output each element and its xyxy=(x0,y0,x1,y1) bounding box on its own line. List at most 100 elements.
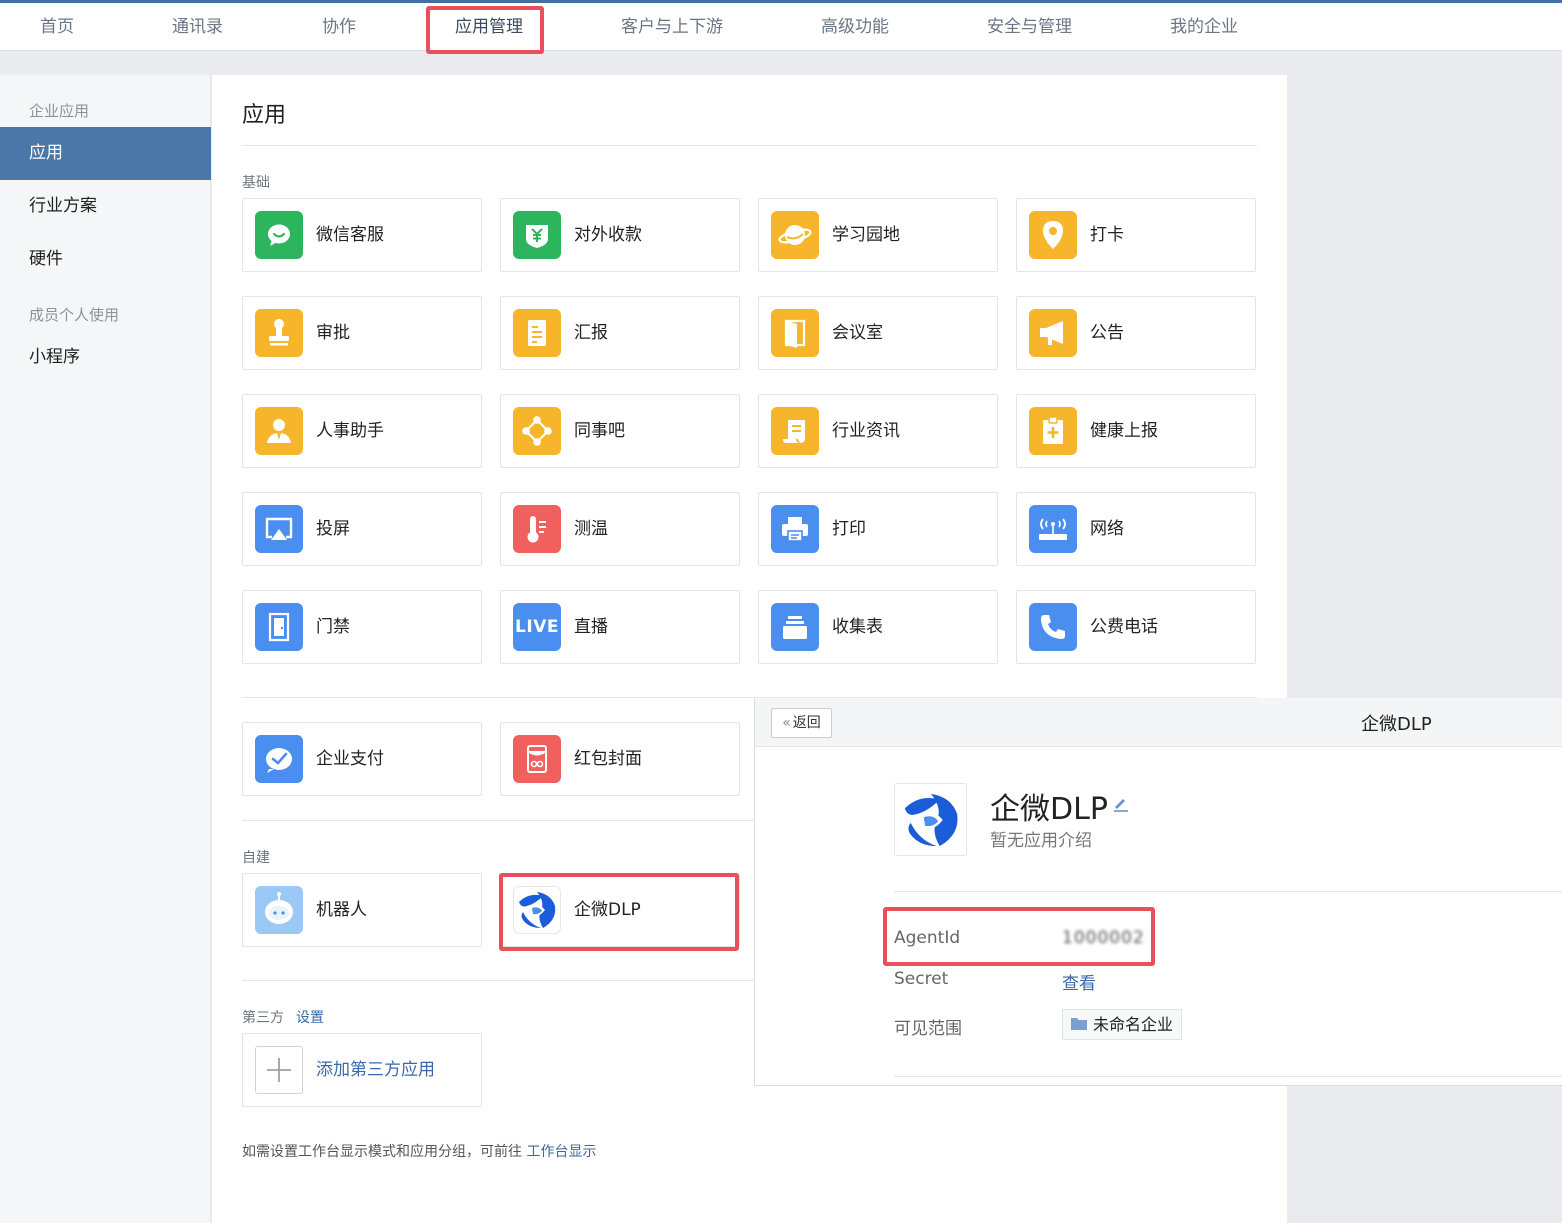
sidebar-group-personal: 成员个人使用 xyxy=(29,306,120,324)
app-label: 同事吧 xyxy=(574,421,625,441)
form-stack-icon xyxy=(771,603,819,651)
router-icon xyxy=(1029,505,1077,553)
nav-home[interactable]: 首页 xyxy=(40,3,74,51)
agentid-value: 1000002 xyxy=(1062,928,1145,948)
app-label: 测温 xyxy=(574,519,608,539)
section-third-party-label: 第三方 设置 xyxy=(242,1007,324,1027)
thermometer-icon xyxy=(513,505,561,553)
app-card-report[interactable]: 汇报 xyxy=(500,296,740,370)
app-card-temperature[interactable]: 测温 xyxy=(500,492,740,566)
sidebar-item-industry[interactable]: 行业方案 xyxy=(0,180,211,233)
section-custom-label: 自建 xyxy=(242,850,270,866)
app-label: 健康上报 xyxy=(1090,421,1158,441)
app-card-live[interactable]: LIVE 直播 xyxy=(500,590,740,664)
app-card-public-phone[interactable]: 公费电话 xyxy=(1016,590,1256,664)
live-icon: LIVE xyxy=(513,603,561,651)
app-label: 审批 xyxy=(316,323,350,343)
app-label: 收集表 xyxy=(832,617,883,637)
app-card-collect-form[interactable]: 收集表 xyxy=(758,590,998,664)
location-pin-icon xyxy=(1029,211,1077,259)
app-label: 公费电话 xyxy=(1090,617,1158,637)
app-card-access-control[interactable]: 门禁 xyxy=(242,590,482,664)
nav-advanced[interactable]: 高级功能 xyxy=(821,3,889,51)
sidebar-item-hardware[interactable]: 硬件 xyxy=(0,233,211,286)
yuan-shield-icon xyxy=(513,211,561,259)
back-button[interactable]: «返回 xyxy=(771,708,832,738)
sidebar-item-miniprogram[interactable]: 小程序 xyxy=(0,331,211,384)
view-secret-link[interactable]: 查看 xyxy=(1062,969,1096,994)
agentid-label: AgentId xyxy=(894,928,961,948)
add-third-party-label: 添加第三方应用 xyxy=(316,1060,435,1080)
nav-my-enterprise[interactable]: 我的企业 xyxy=(1170,3,1238,51)
page-title: 应用 xyxy=(242,103,287,128)
door-icon xyxy=(771,309,819,357)
app-card-learning[interactable]: 学习园地 xyxy=(758,198,998,272)
visible-scope-label: 可见范围 xyxy=(894,1019,962,1039)
sidebar-group-enterprise: 企业应用 xyxy=(29,102,90,120)
app-card-health-report[interactable]: 健康上报 xyxy=(1016,394,1256,468)
nav-contacts[interactable]: 通讯录 xyxy=(172,3,223,51)
medical-clipboard-icon xyxy=(1029,407,1077,455)
network-nodes-icon xyxy=(513,407,561,455)
nav-collaboration[interactable]: 协作 xyxy=(322,3,356,51)
double-chevron-left-icon: « xyxy=(782,715,791,731)
app-card-announcement[interactable]: 公告 xyxy=(1016,296,1256,370)
app-card-approval[interactable]: 审批 xyxy=(242,296,482,370)
nav-customers[interactable]: 客户与上下游 xyxy=(621,3,723,51)
third-party-text: 第三方 xyxy=(242,1010,284,1026)
stamp-icon xyxy=(255,309,303,357)
app-detail-panel: «返回 企微DLP 企微DLP 暂无应用介绍 AgentId 1000002 S… xyxy=(754,698,1562,1086)
app-card-checkin[interactable]: 打卡 xyxy=(1016,198,1256,272)
app-label: 公告 xyxy=(1090,323,1124,343)
title-divider xyxy=(242,145,1257,146)
sidebar-item-apps[interactable]: 应用 xyxy=(0,127,211,180)
secret-label: Secret xyxy=(894,969,949,989)
app-card-enterprise-payment[interactable]: 企业支付 xyxy=(242,722,482,796)
footer-note: 如需设置工作台显示模式和应用分组，可前往 工作台显示 xyxy=(242,1141,596,1161)
app-label: 微信客服 xyxy=(316,225,384,245)
app-label: 行业资讯 xyxy=(832,421,900,441)
app-label: 企微DLP xyxy=(574,900,641,920)
scroll-icon xyxy=(771,407,819,455)
add-third-party-app-button[interactable]: 添加第三方应用 xyxy=(242,1033,482,1107)
nav-security[interactable]: 安全与管理 xyxy=(987,3,1072,51)
edit-pencil-icon[interactable] xyxy=(1112,795,1130,817)
app-card-colleagues[interactable]: 同事吧 xyxy=(500,394,740,468)
airplay-icon xyxy=(255,505,303,553)
app-card-industry-news[interactable]: 行业资讯 xyxy=(758,394,998,468)
app-label: 会议室 xyxy=(832,323,883,343)
app-card-hr-assistant[interactable]: 人事助手 xyxy=(242,394,482,468)
person-icon xyxy=(255,407,303,455)
megaphone-icon xyxy=(1029,309,1077,357)
live-icon-text: LIVE xyxy=(515,617,559,637)
detail-divider-bottom xyxy=(894,1076,1562,1077)
app-label: 打印 xyxy=(832,519,866,539)
app-card-robot[interactable]: 机器人 xyxy=(242,873,482,947)
workbench-display-link[interactable]: 工作台显示 xyxy=(526,1144,596,1160)
phone-icon xyxy=(1029,603,1077,651)
dlp-logo-icon xyxy=(894,783,967,856)
report-document-icon xyxy=(513,309,561,357)
payment-check-icon xyxy=(255,735,303,783)
planet-icon xyxy=(771,211,819,259)
app-card-print[interactable]: 打印 xyxy=(758,492,998,566)
nav-app-management[interactable]: 应用管理 xyxy=(455,3,523,51)
section-divider-3 xyxy=(242,980,754,981)
app-label: 网络 xyxy=(1090,519,1124,539)
app-card-network[interactable]: 网络 xyxy=(1016,492,1256,566)
third-party-settings-link[interactable]: 设置 xyxy=(296,1010,324,1026)
app-label: 企业支付 xyxy=(316,749,384,769)
app-card-wecom-dlp[interactable]: 企微DLP xyxy=(500,873,740,947)
app-label: 红包封面 xyxy=(574,749,642,769)
app-label: 汇报 xyxy=(574,323,608,343)
visible-scope-tag[interactable]: 未命名企业 xyxy=(1062,1009,1183,1040)
visible-scope-value: 未命名企业 xyxy=(1093,1015,1174,1034)
app-card-payment[interactable]: 对外收款 xyxy=(500,198,740,272)
app-card-wechat-service[interactable]: 微信客服 xyxy=(242,198,482,272)
footer-text: 如需设置工作台显示模式和应用分组，可前往 xyxy=(242,1144,522,1160)
chat-bubble-icon xyxy=(255,211,303,259)
app-card-meeting-room[interactable]: 会议室 xyxy=(758,296,998,370)
app-card-red-envelope[interactable]: 红包封面 xyxy=(500,722,740,796)
app-card-screen-cast[interactable]: 投屏 xyxy=(242,492,482,566)
detail-header-title: 企微DLP xyxy=(1361,714,1432,735)
